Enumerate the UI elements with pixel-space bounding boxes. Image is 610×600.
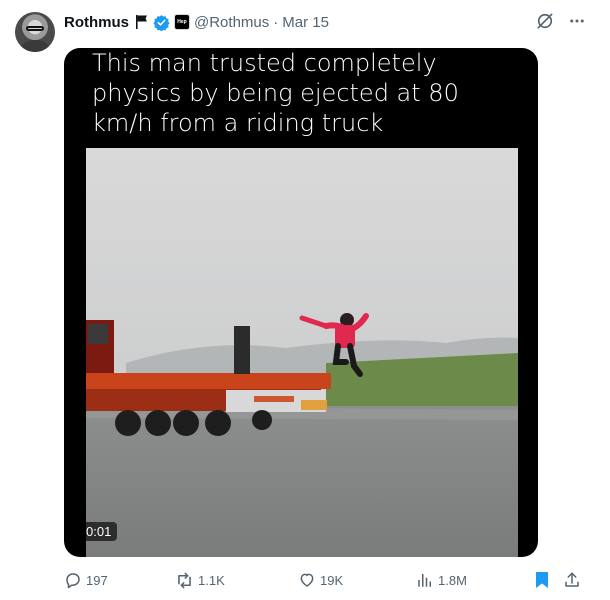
video-caption: This man trusted completely physics by b… bbox=[92, 49, 459, 137]
video-scene bbox=[86, 148, 518, 557]
verified-badge-icon[interactable] bbox=[153, 14, 170, 31]
author-handle[interactable]: @Rothmus bbox=[194, 14, 269, 31]
repost-button[interactable]: 1.1K bbox=[175, 571, 225, 590]
reply-count: 197 bbox=[86, 572, 108, 588]
bookmark-icon bbox=[534, 571, 550, 589]
tweet-header: Rothmus Hep @Rothmus · Mar 15 bbox=[64, 12, 329, 32]
affiliate-badge[interactable]: Hep bbox=[174, 14, 190, 30]
reply-button[interactable]: 197 bbox=[64, 571, 108, 589]
views-count: 1.8M bbox=[438, 572, 467, 588]
header-separator: · bbox=[273, 13, 279, 31]
bookmark-button[interactable] bbox=[534, 571, 550, 589]
views-button[interactable]: 1.8M bbox=[416, 571, 467, 589]
repost-icon bbox=[175, 571, 194, 590]
avatar-shirt bbox=[21, 40, 49, 52]
tweet-actions: 197 1.1K 19K 1.8M bbox=[64, 568, 584, 592]
top-actions bbox=[534, 10, 588, 32]
flag-icon bbox=[135, 14, 149, 30]
video-card[interactable]: This man trusted completely physics by b… bbox=[64, 48, 538, 557]
avatar-glasses bbox=[26, 26, 44, 31]
avatar[interactable] bbox=[15, 12, 55, 52]
video-timestamp: 0:01 bbox=[80, 522, 118, 541]
like-count: 19K bbox=[320, 572, 344, 588]
video-frame[interactable] bbox=[86, 148, 518, 557]
share-icon bbox=[563, 571, 581, 589]
share-button[interactable] bbox=[563, 571, 581, 589]
more-icon[interactable] bbox=[566, 10, 588, 32]
views-icon bbox=[416, 571, 434, 589]
grok-icon[interactable] bbox=[534, 10, 556, 32]
author-name[interactable]: Rothmus bbox=[64, 14, 129, 31]
reply-icon bbox=[64, 571, 82, 589]
repost-count: 1.1K bbox=[198, 572, 225, 588]
like-icon bbox=[298, 571, 316, 589]
like-button[interactable]: 19K bbox=[298, 571, 343, 589]
tweet-date[interactable]: Mar 15 bbox=[282, 14, 329, 31]
